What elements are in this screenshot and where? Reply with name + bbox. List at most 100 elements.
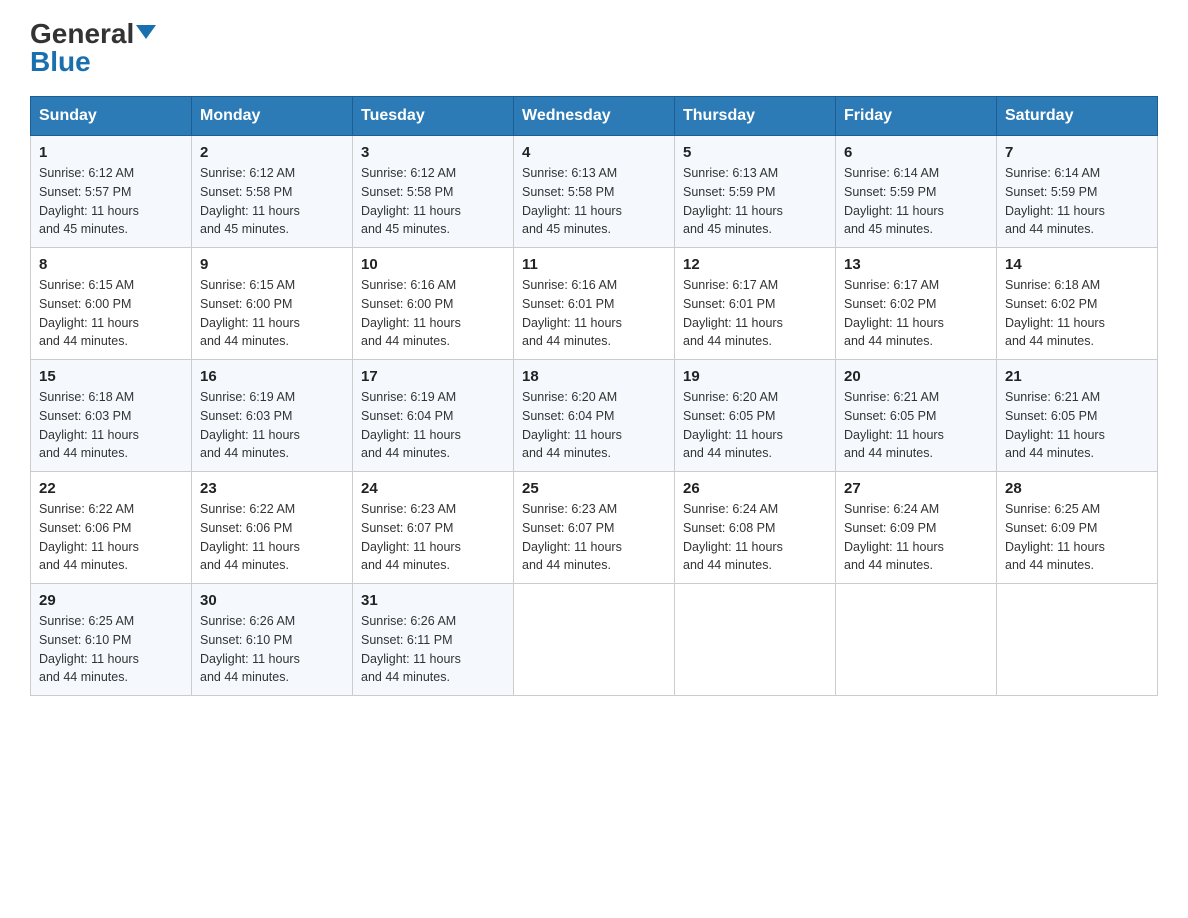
day-number: 9: [200, 256, 344, 273]
day-number: 29: [39, 592, 183, 609]
calendar-cell: 16 Sunrise: 6:19 AM Sunset: 6:03 PM Dayli…: [192, 360, 353, 472]
day-number: 20: [844, 368, 988, 385]
calendar-cell: 31 Sunrise: 6:26 AM Sunset: 6:11 PM Dayli…: [353, 584, 514, 696]
calendar-cell: 10 Sunrise: 6:16 AM Sunset: 6:00 PM Dayli…: [353, 248, 514, 360]
calendar-cell: [675, 584, 836, 696]
calendar-week-row: 8 Sunrise: 6:15 AM Sunset: 6:00 PM Daylig…: [31, 248, 1158, 360]
day-number: 6: [844, 144, 988, 161]
calendar-cell: 9 Sunrise: 6:15 AM Sunset: 6:00 PM Daylig…: [192, 248, 353, 360]
logo-general: General: [30, 20, 134, 48]
day-info: Sunrise: 6:12 AM Sunset: 5:58 PM Dayligh…: [200, 164, 344, 239]
day-number: 19: [683, 368, 827, 385]
day-info: Sunrise: 6:19 AM Sunset: 6:04 PM Dayligh…: [361, 388, 505, 463]
day-number: 28: [1005, 480, 1149, 497]
calendar-cell: 21 Sunrise: 6:21 AM Sunset: 6:05 PM Dayli…: [997, 360, 1158, 472]
day-info: Sunrise: 6:26 AM Sunset: 6:10 PM Dayligh…: [200, 612, 344, 687]
day-info: Sunrise: 6:12 AM Sunset: 5:57 PM Dayligh…: [39, 164, 183, 239]
calendar-cell: 25Sunrise: 6:23 AM Sunset: 6:07 PM Dayli…: [514, 472, 675, 584]
day-number: 21: [1005, 368, 1149, 385]
day-info: Sunrise: 6:16 AM Sunset: 6:00 PM Dayligh…: [361, 276, 505, 351]
calendar-week-row: 29 Sunrise: 6:25 AM Sunset: 6:10 PM Dayli…: [31, 584, 1158, 696]
calendar-cell: 29 Sunrise: 6:25 AM Sunset: 6:10 PM Dayli…: [31, 584, 192, 696]
calendar-cell: 24Sunrise: 6:23 AM Sunset: 6:07 PM Dayli…: [353, 472, 514, 584]
day-info: Sunrise: 6:15 AM Sunset: 6:00 PM Dayligh…: [39, 276, 183, 351]
calendar-cell: 23 Sunrise: 6:22 AM Sunset: 6:06 PM Dayli…: [192, 472, 353, 584]
calendar-cell: 30 Sunrise: 6:26 AM Sunset: 6:10 PM Dayli…: [192, 584, 353, 696]
header-cell-sunday: Sunday: [31, 97, 192, 136]
day-number: 18: [522, 368, 666, 385]
day-number: 13: [844, 256, 988, 273]
day-info: Sunrise: 6:22 AM Sunset: 6:06 PM Dayligh…: [200, 500, 344, 575]
day-info: Sunrise: 6:25 AM Sunset: 6:10 PM Dayligh…: [39, 612, 183, 687]
day-info: Sunrise: 6:22 AM Sunset: 6:06 PM Dayligh…: [39, 500, 183, 575]
day-info: Sunrise: 6:13 AM Sunset: 5:59 PM Dayligh…: [683, 164, 827, 239]
day-info: Sunrise: 6:24 AM Sunset: 6:08 PM Dayligh…: [683, 500, 827, 575]
day-number: 27: [844, 480, 988, 497]
header-cell-monday: Monday: [192, 97, 353, 136]
day-number: 30: [200, 592, 344, 609]
calendar-cell: 18Sunrise: 6:20 AM Sunset: 6:04 PM Dayli…: [514, 360, 675, 472]
calendar-cell: 2 Sunrise: 6:12 AM Sunset: 5:58 PM Daylig…: [192, 136, 353, 248]
calendar-cell: 4 Sunrise: 6:13 AM Sunset: 5:58 PM Daylig…: [514, 136, 675, 248]
calendar-week-row: 1 Sunrise: 6:12 AM Sunset: 5:57 PM Daylig…: [31, 136, 1158, 248]
calendar-cell: 11Sunrise: 6:16 AM Sunset: 6:01 PM Dayli…: [514, 248, 675, 360]
day-number: 16: [200, 368, 344, 385]
calendar-cell: 14Sunrise: 6:18 AM Sunset: 6:02 PM Dayli…: [997, 248, 1158, 360]
day-info: Sunrise: 6:18 AM Sunset: 6:03 PM Dayligh…: [39, 388, 183, 463]
header-cell-thursday: Thursday: [675, 97, 836, 136]
header: General Blue: [30, 20, 1158, 76]
day-number: 31: [361, 592, 505, 609]
day-number: 2: [200, 144, 344, 161]
calendar-body: 1 Sunrise: 6:12 AM Sunset: 5:57 PM Daylig…: [31, 136, 1158, 696]
day-number: 10: [361, 256, 505, 273]
day-info: Sunrise: 6:21 AM Sunset: 6:05 PM Dayligh…: [1005, 388, 1149, 463]
day-info: Sunrise: 6:16 AM Sunset: 6:01 PM Dayligh…: [522, 276, 666, 351]
day-number: 1: [39, 144, 183, 161]
day-info: Sunrise: 6:15 AM Sunset: 6:00 PM Dayligh…: [200, 276, 344, 351]
calendar-cell: 12Sunrise: 6:17 AM Sunset: 6:01 PM Dayli…: [675, 248, 836, 360]
day-number: 5: [683, 144, 827, 161]
day-number: 24: [361, 480, 505, 497]
logo-blue: Blue: [30, 48, 91, 76]
day-info: Sunrise: 6:19 AM Sunset: 6:03 PM Dayligh…: [200, 388, 344, 463]
calendar-cell: 5 Sunrise: 6:13 AM Sunset: 5:59 PM Daylig…: [675, 136, 836, 248]
day-number: 23: [200, 480, 344, 497]
calendar-cell: 22 Sunrise: 6:22 AM Sunset: 6:06 PM Dayli…: [31, 472, 192, 584]
day-info: Sunrise: 6:25 AM Sunset: 6:09 PM Dayligh…: [1005, 500, 1149, 575]
day-number: 4: [522, 144, 666, 161]
calendar-cell: 7Sunrise: 6:14 AM Sunset: 5:59 PM Daylig…: [997, 136, 1158, 248]
day-number: 8: [39, 256, 183, 273]
calendar-cell: 3 Sunrise: 6:12 AM Sunset: 5:58 PM Daylig…: [353, 136, 514, 248]
calendar-cell: 15 Sunrise: 6:18 AM Sunset: 6:03 PM Dayli…: [31, 360, 192, 472]
day-info: Sunrise: 6:12 AM Sunset: 5:58 PM Dayligh…: [361, 164, 505, 239]
day-info: Sunrise: 6:26 AM Sunset: 6:11 PM Dayligh…: [361, 612, 505, 687]
calendar-cell: 1 Sunrise: 6:12 AM Sunset: 5:57 PM Daylig…: [31, 136, 192, 248]
day-number: 26: [683, 480, 827, 497]
calendar-cell: 20 Sunrise: 6:21 AM Sunset: 6:05 PM Dayli…: [836, 360, 997, 472]
calendar-cell: 26 Sunrise: 6:24 AM Sunset: 6:08 PM Dayli…: [675, 472, 836, 584]
calendar-cell: 13 Sunrise: 6:17 AM Sunset: 6:02 PM Dayli…: [836, 248, 997, 360]
calendar-cell: [514, 584, 675, 696]
day-info: Sunrise: 6:14 AM Sunset: 5:59 PM Dayligh…: [1005, 164, 1149, 239]
calendar-week-row: 22 Sunrise: 6:22 AM Sunset: 6:06 PM Dayli…: [31, 472, 1158, 584]
day-number: 15: [39, 368, 183, 385]
day-info: Sunrise: 6:13 AM Sunset: 5:58 PM Dayligh…: [522, 164, 666, 239]
header-cell-saturday: Saturday: [997, 97, 1158, 136]
day-info: Sunrise: 6:24 AM Sunset: 6:09 PM Dayligh…: [844, 500, 988, 575]
day-info: Sunrise: 6:17 AM Sunset: 6:01 PM Dayligh…: [683, 276, 827, 351]
day-number: 14: [1005, 256, 1149, 273]
calendar-cell: [997, 584, 1158, 696]
day-number: 22: [39, 480, 183, 497]
day-info: Sunrise: 6:17 AM Sunset: 6:02 PM Dayligh…: [844, 276, 988, 351]
calendar-cell: 17Sunrise: 6:19 AM Sunset: 6:04 PM Dayli…: [353, 360, 514, 472]
calendar-cell: 27 Sunrise: 6:24 AM Sunset: 6:09 PM Dayli…: [836, 472, 997, 584]
calendar-cell: 19Sunrise: 6:20 AM Sunset: 6:05 PM Dayli…: [675, 360, 836, 472]
day-number: 3: [361, 144, 505, 161]
calendar-header: SundayMondayTuesdayWednesdayThursdayFrid…: [31, 97, 1158, 136]
day-info: Sunrise: 6:21 AM Sunset: 6:05 PM Dayligh…: [844, 388, 988, 463]
day-info: Sunrise: 6:14 AM Sunset: 5:59 PM Dayligh…: [844, 164, 988, 239]
header-cell-wednesday: Wednesday: [514, 97, 675, 136]
calendar-table: SundayMondayTuesdayWednesdayThursdayFrid…: [30, 96, 1158, 696]
calendar-cell: [836, 584, 997, 696]
header-cell-tuesday: Tuesday: [353, 97, 514, 136]
